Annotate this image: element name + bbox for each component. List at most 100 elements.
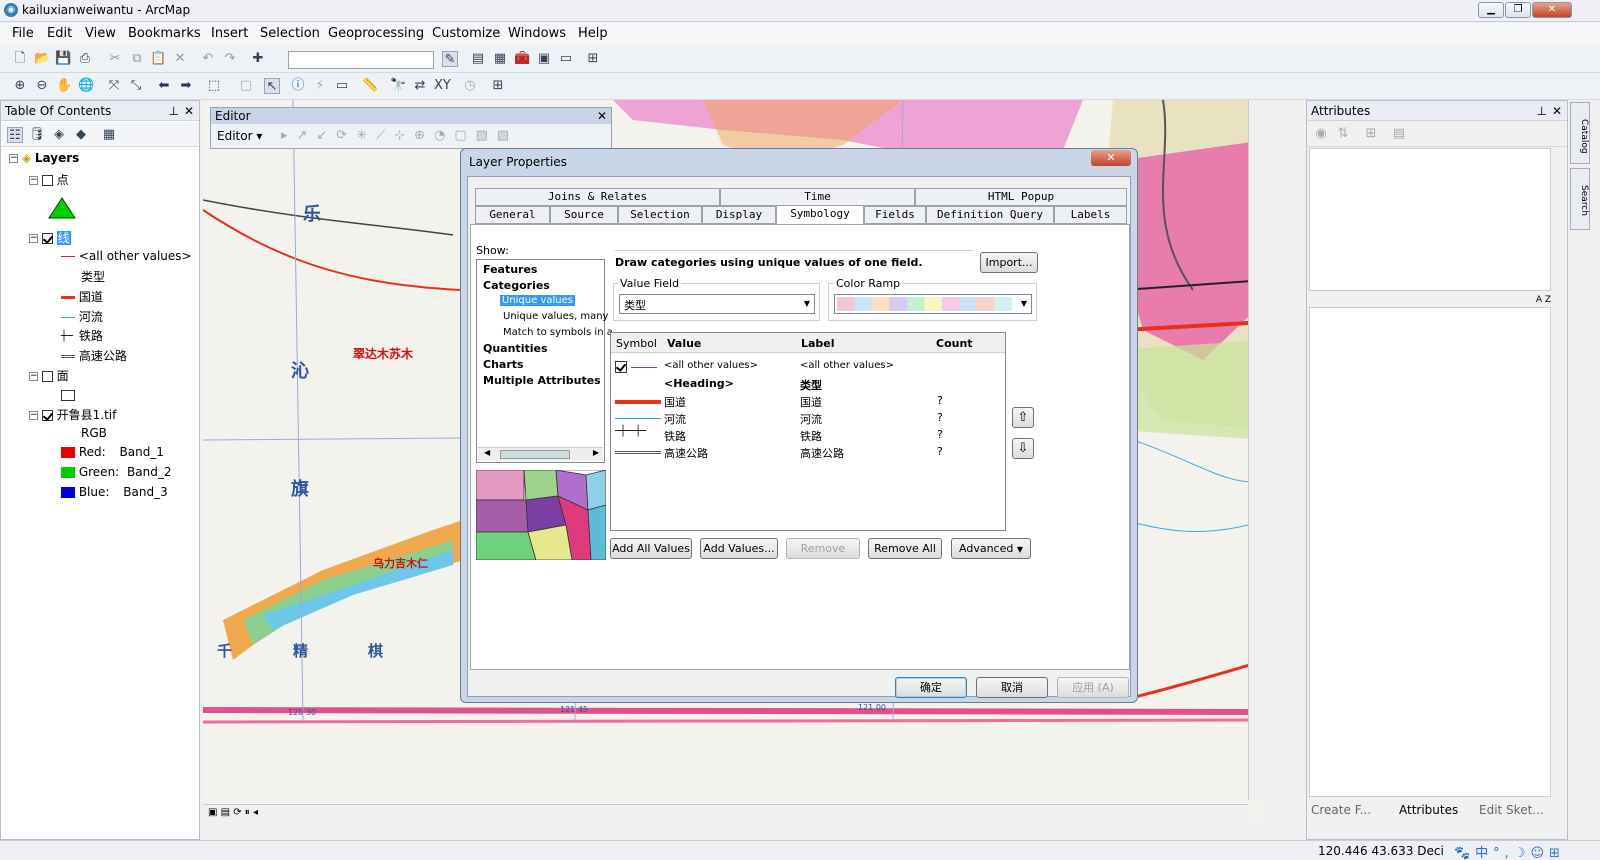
add-data-icon[interactable]: ✚ xyxy=(250,51,266,67)
map-vertical-scrollbar[interactable] xyxy=(1248,100,1266,800)
full-extent-icon[interactable]: 🌐 xyxy=(78,78,94,94)
fixed-zoom-in-icon[interactable]: ⤧ xyxy=(106,78,122,94)
print-icon[interactable]: ⎙ xyxy=(77,51,93,67)
dialog-close-button[interactable]: ✕ xyxy=(1091,150,1131,166)
menu-geoprocessing[interactable]: Geoprocessing xyxy=(328,26,424,41)
attributes-pin-icon[interactable]: ⊥ xyxy=(1537,104,1547,118)
maximize-button[interactable]: ❐ xyxy=(1505,2,1531,18)
model-builder-icon[interactable]: ⊞ xyxy=(585,51,601,67)
redo-icon[interactable]: ↷ xyxy=(222,51,238,67)
menu-selection[interactable]: Selection xyxy=(260,26,320,41)
attributes-sort-icon[interactable]: A Z xyxy=(1309,295,1551,305)
tab-attributes[interactable]: Attributes xyxy=(1399,803,1458,817)
attr-tool-1-icon[interactable]: ◉ xyxy=(1313,126,1329,142)
editor-close-icon[interactable]: ✕ xyxy=(597,108,607,124)
goto-xy-icon[interactable]: XY xyxy=(434,78,451,94)
back-icon[interactable]: ⬅ xyxy=(156,78,172,94)
editor-menu[interactable]: Editor ▾ xyxy=(217,129,262,143)
find-route-icon[interactable]: ⇄ xyxy=(412,78,428,94)
show-categories[interactable]: Categories xyxy=(483,279,550,292)
tab-time[interactable]: Time xyxy=(720,188,915,206)
attr-tool-4-icon[interactable]: ▤ xyxy=(1391,126,1407,142)
cut-icon[interactable]: ✂ xyxy=(107,51,123,67)
zoom-in-icon[interactable]: ⊕ xyxy=(12,78,28,94)
remove-all-button[interactable]: Remove All xyxy=(868,538,942,559)
tab-fields[interactable]: Fields xyxy=(864,206,926,224)
identify-icon[interactable]: ⓘ xyxy=(290,78,306,94)
col-symbol[interactable]: Symbol xyxy=(616,337,657,350)
paste-icon[interactable]: 📋 xyxy=(150,51,166,67)
show-features[interactable]: Features xyxy=(483,263,537,276)
undo-icon[interactable]: ↶ xyxy=(200,51,216,67)
search-side-tab[interactable]: Search xyxy=(1570,168,1590,230)
tab-symbology[interactable]: Symbology xyxy=(776,205,864,225)
polygon-visibility-checkbox[interactable] xyxy=(41,371,53,382)
table-icon[interactable]: ▤ xyxy=(470,51,486,67)
tab-labels[interactable]: Labels xyxy=(1054,206,1127,224)
value-field-select[interactable]: 类型 ▼ xyxy=(619,294,815,314)
col-value[interactable]: Value xyxy=(667,337,701,350)
tab-selection[interactable]: Selection xyxy=(618,206,702,224)
select-elements-icon[interactable]: ↖ xyxy=(264,78,280,94)
minimize-button[interactable]: ▁ xyxy=(1478,2,1504,18)
ime-toolbar-icon[interactable]: 🐾中°,☽☺⊞ xyxy=(1454,842,1565,860)
tab-html-popup[interactable]: HTML Popup xyxy=(915,188,1127,206)
find-icon[interactable]: 🔭 xyxy=(390,78,406,94)
menu-insert[interactable]: Insert xyxy=(211,26,248,41)
col-label[interactable]: Label xyxy=(801,337,835,350)
clear-selection-icon[interactable]: ▢ xyxy=(238,78,254,94)
show-match-to-symbols[interactable]: Match to symbols in a xyxy=(503,327,613,338)
toc-close-icon[interactable]: ✕ xyxy=(184,104,194,118)
list-by-selection-icon[interactable]: ◆ xyxy=(73,127,89,143)
tab-joins-relates[interactable]: Joins & Relates xyxy=(475,188,720,206)
menu-help[interactable]: Help xyxy=(578,26,608,41)
delete-icon[interactable]: ✕ xyxy=(172,51,188,67)
layer-point[interactable]: − 点 xyxy=(29,171,69,188)
catalog-side-tab[interactable]: Catalog xyxy=(1570,102,1590,164)
map-horizontal-scrollbar[interactable]: ▣ ▤ ⟳ ⏸ ◂ xyxy=(203,804,1248,822)
show-quantities[interactable]: Quantities xyxy=(483,342,548,355)
arctoolbox-icon[interactable]: 🧰 xyxy=(514,51,530,67)
add-all-values-button[interactable]: Add All Values xyxy=(610,538,692,559)
import-button[interactable]: Import... xyxy=(980,252,1038,273)
hyperlink-icon[interactable]: ⚡ xyxy=(312,78,328,94)
html-popup-icon[interactable]: ▭ xyxy=(334,78,350,94)
tab-display[interactable]: Display xyxy=(702,206,776,224)
python-icon[interactable]: ▣ xyxy=(536,51,552,67)
list-by-source-icon[interactable]: 🛢 xyxy=(29,127,46,143)
save-icon[interactable]: 💾 xyxy=(55,51,71,67)
show-multiple-attributes[interactable]: Multiple Attributes xyxy=(483,374,601,387)
move-down-button[interactable]: ⇩ xyxy=(1012,438,1034,459)
measure-icon[interactable]: 📏 xyxy=(362,78,378,94)
menu-customize[interactable]: Customize xyxy=(432,26,500,41)
fixed-zoom-out-icon[interactable]: ⤡ xyxy=(128,78,144,94)
new-icon[interactable]: 🗋 xyxy=(12,51,28,67)
catalog-icon[interactable]: ▦ xyxy=(492,51,508,67)
color-ramp-select[interactable]: ▼ xyxy=(834,294,1032,314)
forward-icon[interactable]: ➡ xyxy=(178,78,194,94)
list-by-visibility-icon[interactable]: ◈ xyxy=(51,127,67,143)
col-count[interactable]: Count xyxy=(936,337,973,350)
show-unique-values-many[interactable]: Unique values, many xyxy=(503,311,608,322)
remove-button[interactable]: Remove xyxy=(786,538,860,559)
layers-row[interactable]: − ◈ Layers xyxy=(9,151,79,165)
advanced-button[interactable]: Advanced ▼ xyxy=(951,538,1031,559)
editor-toolbar-icon[interactable]: ✎ xyxy=(442,51,458,67)
list-by-drawing-order-icon[interactable]: ☷ xyxy=(7,127,23,143)
menu-file[interactable]: File xyxy=(12,26,34,41)
tab-create-features[interactable]: Create F... xyxy=(1311,803,1371,817)
layer-polygon[interactable]: − 面 xyxy=(29,367,69,384)
menu-view[interactable]: View xyxy=(85,26,116,41)
create-viewer-icon[interactable]: ⊞ xyxy=(490,78,506,94)
show-unique-values[interactable]: Unique values xyxy=(500,295,575,306)
ok-button[interactable]: 确定 xyxy=(895,677,967,698)
search-window-icon[interactable]: ▭ xyxy=(558,51,574,67)
zoom-out-icon[interactable]: ⊖ xyxy=(34,78,50,94)
copy-icon[interactable]: ⧉ xyxy=(129,51,145,67)
select-features-icon[interactable]: ⬚ xyxy=(206,78,222,94)
close-button[interactable]: ✕ xyxy=(1532,2,1572,18)
menu-edit[interactable]: Edit xyxy=(47,26,72,41)
tab-source[interactable]: Source xyxy=(550,206,618,224)
line-visibility-checkbox[interactable] xyxy=(41,233,53,244)
attributes-tree[interactable] xyxy=(1309,148,1551,291)
